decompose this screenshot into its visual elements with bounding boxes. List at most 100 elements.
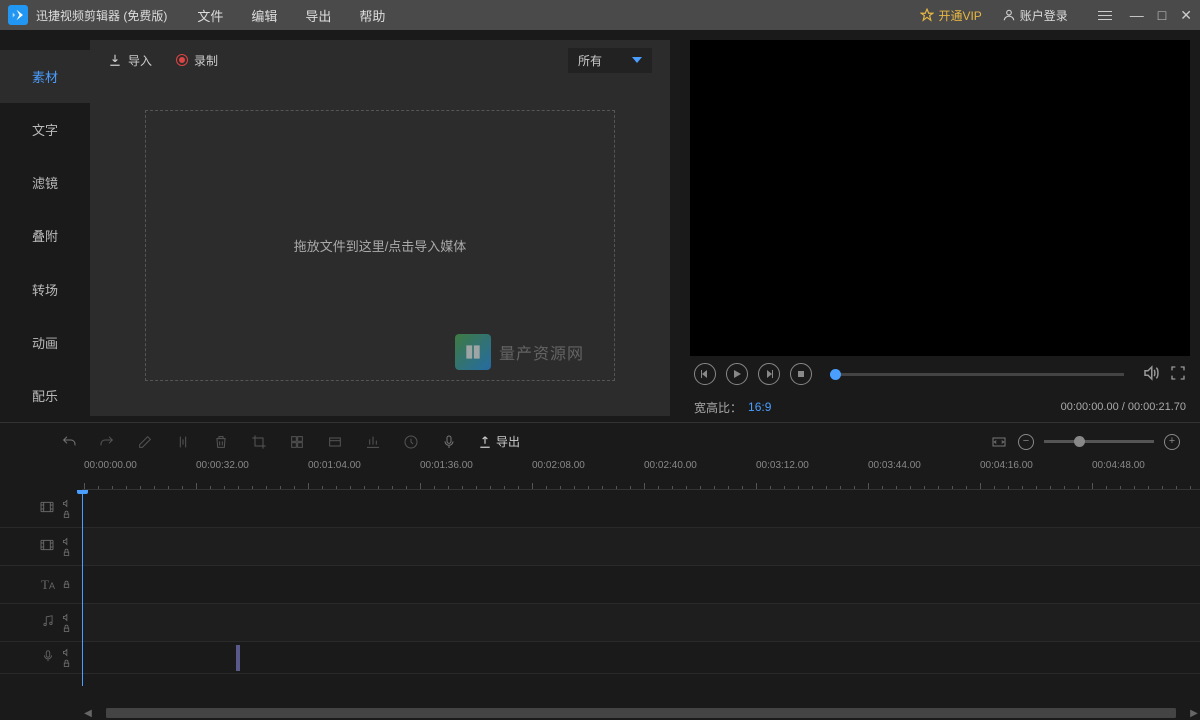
import-button[interactable]: 导入 xyxy=(108,52,152,69)
audio-track xyxy=(0,604,1200,642)
media-toolbar: 导入 录制 所有 xyxy=(90,40,670,80)
title-bar: 迅捷视频剪辑器 (免费版) 文件 编辑 导出 帮助 开通VIP 账户登录 — □… xyxy=(0,0,1200,30)
lock-icon[interactable] xyxy=(61,659,72,668)
ruler-label: 00:02:08.00 xyxy=(532,460,585,471)
mosaic-tool[interactable] xyxy=(288,433,306,451)
voiceover-tool[interactable] xyxy=(440,433,458,451)
menu-help[interactable]: 帮助 xyxy=(359,6,385,25)
main-area: 素材 文字 滤镜 叠附 转场 动画 配乐 导入 录制 所有 拖放文件到这里/点击… xyxy=(0,30,1200,422)
voiceover-track xyxy=(0,642,1200,674)
app-title: 迅捷视频剪辑器 (免费版) xyxy=(36,7,167,24)
mute-icon[interactable] xyxy=(61,499,72,508)
lock-icon[interactable] xyxy=(61,510,72,519)
timeline-ruler[interactable]: 00:00:00.0000:00:32.0000:01:04.0000:01:3… xyxy=(82,460,1200,490)
mute-icon[interactable] xyxy=(61,648,72,657)
scrollbar-thumb[interactable] xyxy=(106,708,1176,718)
lock-icon[interactable] xyxy=(61,580,72,589)
preview-panel: 宽高比： 16:9 00:00:00.00 / 00:00:21.70 xyxy=(670,30,1200,422)
maximize-button[interactable]: □ xyxy=(1158,7,1166,23)
zoom-out-button[interactable]: − xyxy=(1018,434,1034,450)
text-track-icon: TA xyxy=(41,577,55,593)
media-dropzone[interactable]: 拖放文件到这里/点击导入媒体 量产资源网 xyxy=(145,110,615,381)
mute-icon[interactable] xyxy=(61,537,72,546)
ruler-label: 00:02:40.00 xyxy=(644,460,697,471)
scroll-right-icon[interactable]: ▶ xyxy=(1188,708,1200,719)
fit-zoom-button[interactable] xyxy=(990,433,1008,451)
volume-icon[interactable] xyxy=(1142,364,1160,385)
delete-tool[interactable] xyxy=(212,433,230,451)
export-label: 导出 xyxy=(496,433,520,450)
lock-icon[interactable] xyxy=(61,548,72,557)
record-icon xyxy=(176,54,188,66)
tab-text[interactable]: 文字 xyxy=(0,103,90,156)
split-tool[interactable] xyxy=(174,433,192,451)
fullscreen-icon[interactable] xyxy=(1170,365,1186,384)
menu-icon[interactable] xyxy=(1098,11,1112,20)
tab-animation[interactable]: 动画 xyxy=(0,316,90,369)
track-body[interactable] xyxy=(82,566,1200,603)
tab-transition[interactable]: 转场 xyxy=(0,263,90,316)
zoom-handle[interactable] xyxy=(1074,436,1085,447)
aspect-value[interactable]: 16:9 xyxy=(748,400,771,414)
prev-frame-button[interactable] xyxy=(694,363,716,385)
record-button[interactable]: 录制 xyxy=(176,52,218,69)
edit-tool[interactable] xyxy=(136,433,154,451)
stop-button[interactable] xyxy=(790,363,812,385)
video-track-icon xyxy=(39,499,55,518)
ruler-label: 00:04:16.00 xyxy=(980,460,1033,471)
zoom-slider[interactable] xyxy=(1044,440,1154,443)
tab-media[interactable]: 素材 xyxy=(0,50,90,103)
speed-tool[interactable] xyxy=(402,433,420,451)
watermark-logo-icon xyxy=(455,334,491,370)
redo-button[interactable] xyxy=(98,433,116,451)
left-sidebar: 素材 文字 滤镜 叠附 转场 动画 配乐 xyxy=(0,30,90,422)
ruler-label: 00:03:12.00 xyxy=(756,460,809,471)
media-panel: 导入 录制 所有 拖放文件到这里/点击导入媒体 量产资源网 xyxy=(90,40,670,416)
tab-filter[interactable]: 滤镜 xyxy=(0,156,90,209)
zoom-in-button[interactable]: + xyxy=(1164,434,1180,450)
play-button[interactable] xyxy=(726,363,748,385)
menu-file[interactable]: 文件 xyxy=(197,6,223,25)
playhead[interactable] xyxy=(82,490,83,686)
filter-value: 所有 xyxy=(578,52,602,69)
menu-export[interactable]: 导出 xyxy=(305,6,331,25)
freeze-tool[interactable] xyxy=(326,433,344,451)
zoom-tool[interactable] xyxy=(364,433,382,451)
clip-marker[interactable] xyxy=(236,645,240,671)
tab-music[interactable]: 配乐 xyxy=(0,369,90,422)
login-button[interactable]: 账户登录 xyxy=(1002,7,1068,24)
menu-edit[interactable]: 编辑 xyxy=(251,6,277,25)
ruler-label: 00:01:36.00 xyxy=(420,460,473,471)
media-filter-select[interactable]: 所有 xyxy=(568,48,652,73)
track-body[interactable] xyxy=(82,642,1200,673)
timeline-export-button[interactable]: 导出 xyxy=(478,433,520,450)
mute-icon[interactable] xyxy=(61,613,72,622)
preview-progress[interactable] xyxy=(830,373,1124,376)
chevron-down-icon xyxy=(632,57,642,63)
track-body[interactable] xyxy=(82,490,1200,527)
mic-track-icon xyxy=(41,649,55,666)
timeline-scrollbar[interactable]: ◀ ▶ xyxy=(82,706,1200,720)
dropzone-hint: 拖放文件到这里/点击导入媒体 xyxy=(294,236,467,255)
scroll-left-icon[interactable]: ◀ xyxy=(82,708,94,719)
lock-icon[interactable] xyxy=(61,624,72,633)
ruler-label: 00:01:04.00 xyxy=(308,460,361,471)
minimize-button[interactable]: — xyxy=(1130,7,1144,23)
track-body[interactable] xyxy=(82,604,1200,641)
progress-handle[interactable] xyxy=(830,369,841,380)
tab-overlay[interactable]: 叠附 xyxy=(0,209,90,262)
next-frame-button[interactable] xyxy=(758,363,780,385)
video-track-icon xyxy=(39,537,55,556)
ruler-label: 00:00:32.00 xyxy=(196,460,249,471)
close-button[interactable]: ✕ xyxy=(1180,7,1192,24)
undo-button[interactable] xyxy=(60,433,78,451)
watermark-text: 量产资源网 xyxy=(499,340,584,364)
music-track-icon xyxy=(41,614,55,631)
window-controls: — □ ✕ xyxy=(1098,7,1192,24)
ruler-label: 00:04:48.00 xyxy=(1092,460,1145,471)
crop-tool[interactable] xyxy=(250,433,268,451)
track-body[interactable] xyxy=(82,528,1200,565)
preview-video[interactable] xyxy=(690,40,1190,356)
vip-button[interactable]: 开通VIP xyxy=(920,7,981,24)
zoom-controls: − + xyxy=(990,433,1180,451)
